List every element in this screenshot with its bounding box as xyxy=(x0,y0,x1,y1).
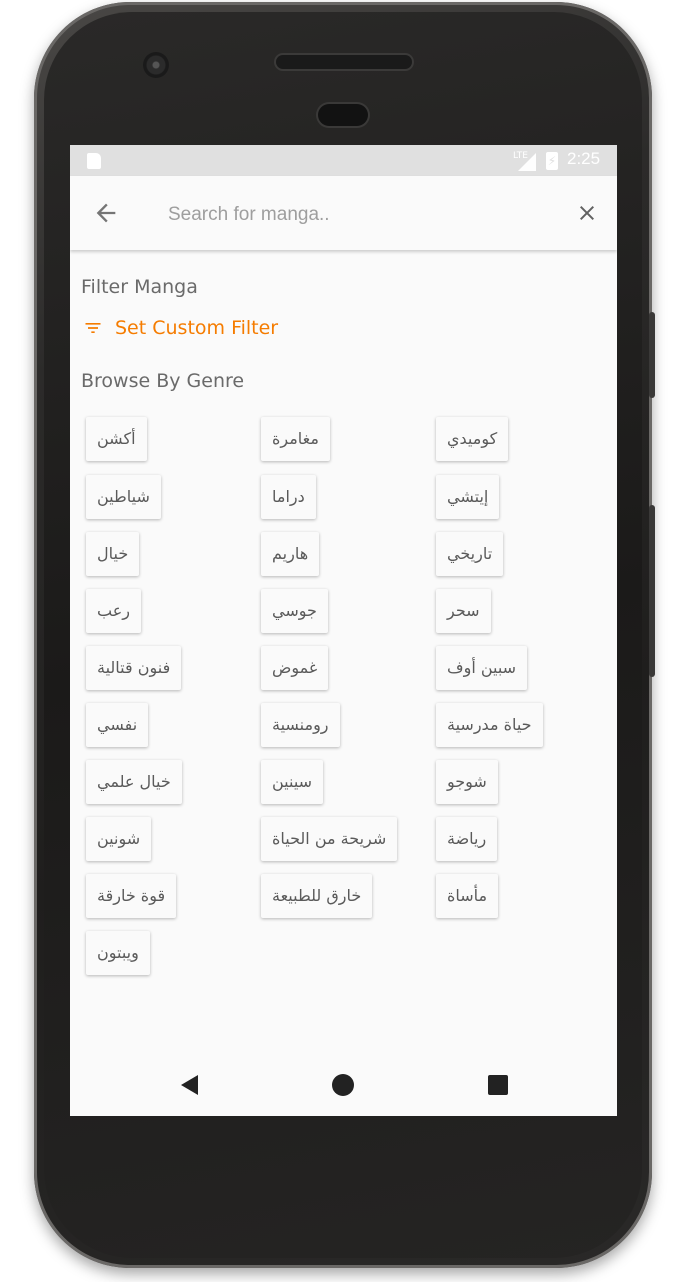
status-time: 2:25 xyxy=(567,149,601,168)
power-button xyxy=(649,312,655,398)
genre-chip[interactable]: قوة خارقة xyxy=(86,874,177,918)
genre-chip[interactable]: ويبتون xyxy=(86,931,150,975)
status-bar: LTE ⚡ 2:25 xyxy=(70,145,617,176)
proximity-sensor xyxy=(318,104,368,126)
genre-chip[interactable]: رياضة xyxy=(436,817,498,861)
genre-chip[interactable]: شريحة من الحياة xyxy=(261,817,398,861)
genre-chip[interactable]: إيتشي xyxy=(436,475,500,519)
signal-icon xyxy=(518,153,536,171)
genre-chip[interactable]: تاريخي xyxy=(436,532,504,576)
genre-chip[interactable]: أكشن xyxy=(86,417,147,461)
genre-chip[interactable]: حياة مدرسية xyxy=(436,703,543,747)
genre-chip[interactable]: خيال علمي xyxy=(86,760,182,804)
genre-chip[interactable]: خيال xyxy=(86,532,140,576)
genre-chip[interactable]: شوجو xyxy=(436,760,498,804)
arrow-left-icon[interactable] xyxy=(92,199,120,227)
genre-chip[interactable]: دراما xyxy=(261,475,316,519)
search-input[interactable] xyxy=(166,198,550,232)
square-recents-icon[interactable] xyxy=(486,1073,510,1097)
genre-chip[interactable]: سبين أوف xyxy=(436,646,528,690)
genre-chip[interactable]: رومنسية xyxy=(261,703,340,747)
genre-chip[interactable]: خارق للطبيعة xyxy=(261,874,373,918)
genre-chip[interactable]: شونين xyxy=(86,817,152,861)
genre-chip[interactable]: شياطين xyxy=(86,475,161,519)
genre-chip[interactable]: نفسي xyxy=(86,703,149,747)
filter-title: Filter Manga xyxy=(81,276,198,298)
search-toolbar xyxy=(70,176,617,250)
filter-list-icon xyxy=(85,323,101,333)
genre-chip[interactable]: رعب xyxy=(86,589,141,633)
sd-card-icon xyxy=(87,153,101,169)
custom-filter-label: Set Custom Filter xyxy=(115,317,279,339)
triangle-back-icon[interactable] xyxy=(178,1073,202,1097)
browse-title: Browse By Genre xyxy=(81,370,245,392)
genre-chip[interactable]: مأساة xyxy=(436,874,499,918)
set-custom-filter-button[interactable]: Set Custom Filter xyxy=(83,317,278,339)
front-camera xyxy=(143,52,169,78)
genre-chip[interactable]: كوميدي xyxy=(436,417,509,461)
earpiece-speaker xyxy=(276,55,412,69)
charging-icon: ⚡ xyxy=(547,154,557,168)
genre-chip[interactable]: غموض xyxy=(261,646,329,690)
genre-chip[interactable]: هاريم xyxy=(261,532,320,576)
genre-chip[interactable]: سحر xyxy=(436,589,491,633)
app-screen: LTE ⚡ 2:25 Filter Manga Set Custom Filte… xyxy=(70,145,617,1116)
close-icon[interactable] xyxy=(575,201,599,225)
genre-chip[interactable]: جوسي xyxy=(261,589,328,633)
circle-home-icon[interactable] xyxy=(331,1073,355,1097)
genre-chip[interactable]: مغامرة xyxy=(261,417,330,461)
navigation-bar xyxy=(70,1055,617,1116)
genre-chip[interactable]: سينين xyxy=(261,760,324,804)
volume-button xyxy=(649,505,655,677)
genre-chip[interactable]: فنون قتالية xyxy=(86,646,182,690)
